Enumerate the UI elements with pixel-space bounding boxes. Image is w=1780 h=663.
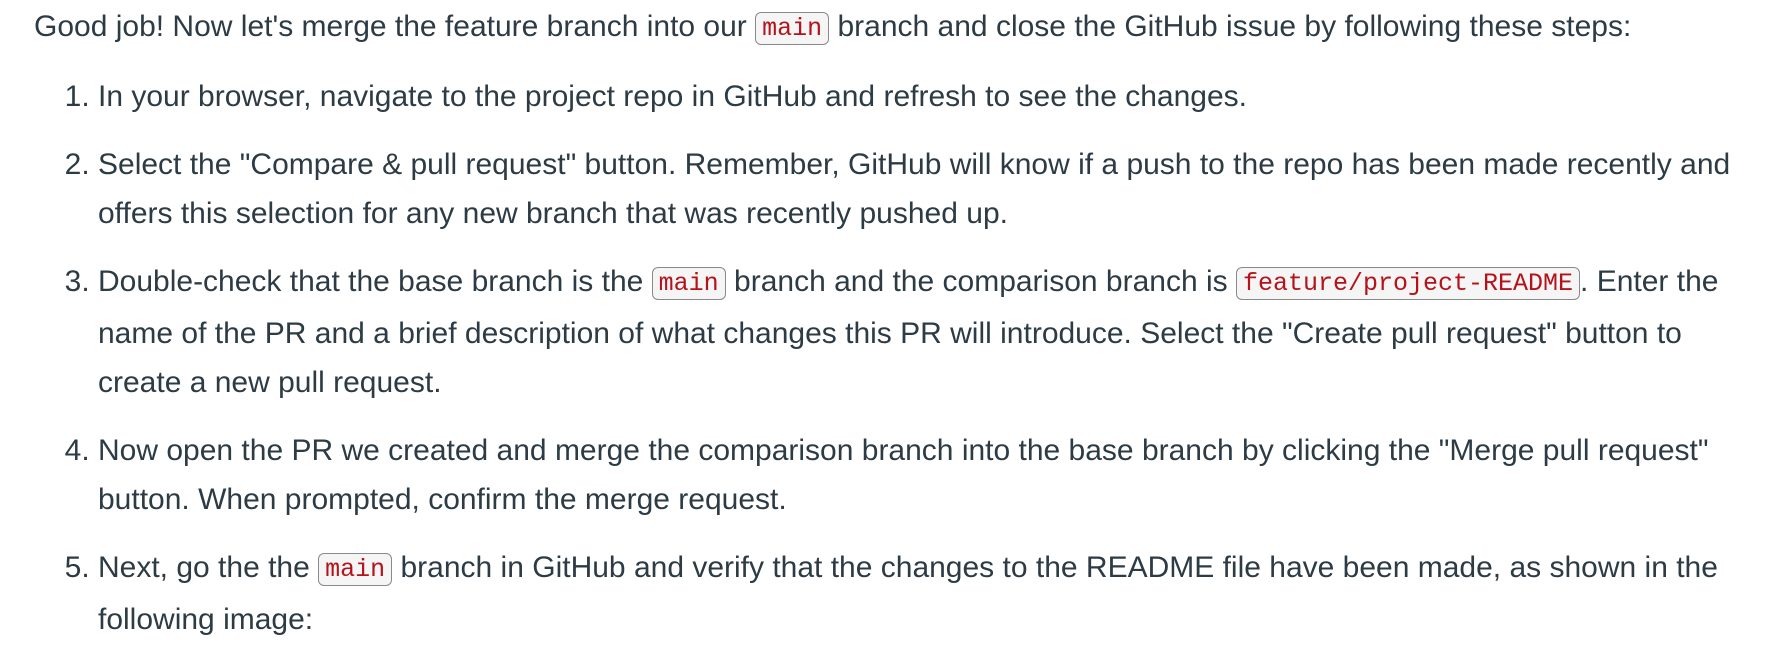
step-item-3: Double-check that the base branch is the…	[98, 257, 1754, 407]
intro-text-after: branch and close the GitHub issue by fol…	[829, 10, 1632, 43]
step-item-4: Now open the PR we created and merge the…	[98, 426, 1754, 524]
intro-paragraph: Good job! Now let's merge the feature br…	[34, 2, 1754, 54]
intro-text-before: Good job! Now let's merge the feature br…	[34, 10, 756, 43]
step-1-text: In your browser, navigate to the project…	[98, 80, 1248, 113]
step-item-2: Select the "Compare & pull request" butt…	[98, 140, 1754, 238]
step-2-text: Select the "Compare & pull request" butt…	[98, 148, 1731, 230]
inline-code-main: main	[755, 12, 830, 45]
steps-list: In your browser, navigate to the project…	[34, 72, 1754, 644]
step-item-1: In your browser, navigate to the project…	[98, 72, 1754, 121]
inline-code-main: main	[651, 267, 726, 300]
instructions-content: Good job! Now let's merge the feature br…	[34, 0, 1754, 663]
step-item-5: Next, go the the main branch in GitHub a…	[98, 543, 1754, 644]
step-4-text: Now open the PR we created and merge the…	[98, 434, 1709, 516]
inline-code-feature-branch: feature/project-README	[1235, 267, 1581, 300]
step-5-text-part1: Next, go the the	[98, 551, 319, 584]
step-3-text-part1: Double-check that the base branch is the	[98, 265, 652, 298]
inline-code-main: main	[318, 553, 393, 586]
step-3-text-part2: branch and the comparison branch is	[725, 265, 1236, 298]
